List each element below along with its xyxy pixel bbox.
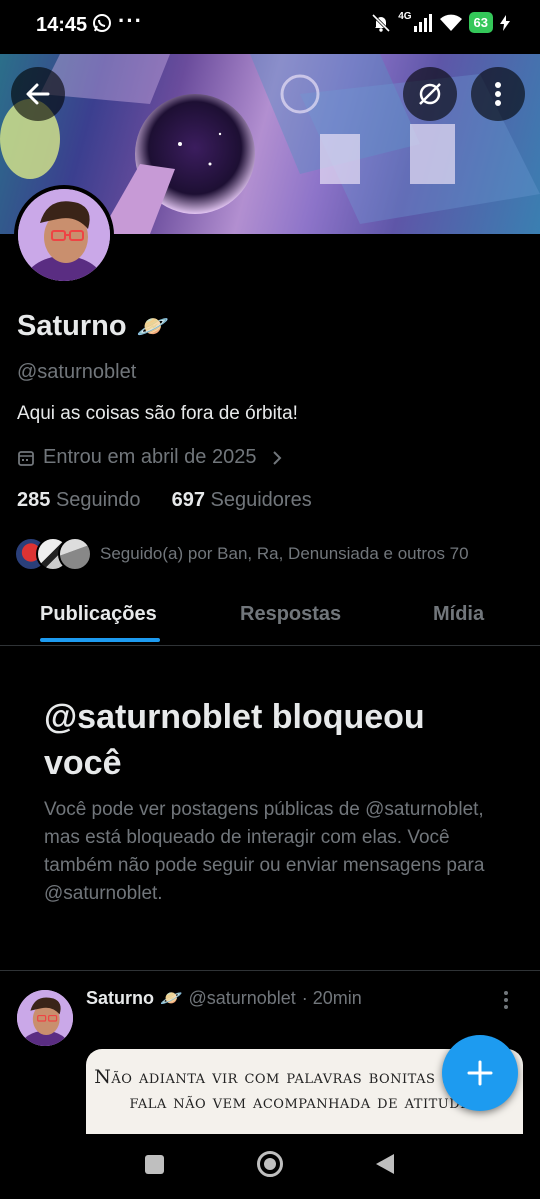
following-count: 285 (17, 489, 51, 511)
profile-tabs: Publicações Respostas Mídia (0, 585, 540, 646)
post-header: Saturno 🪐 @saturnoblet · 20min (86, 988, 362, 1009)
status-bar: 14:45 ··· 4G 63 (0, 0, 540, 54)
joined-date: Entrou em abril de 2025 (43, 446, 257, 468)
post-author-emoji: 🪐 (160, 988, 183, 1008)
post-time: · 20min (301, 988, 362, 1008)
active-tab-indicator (40, 638, 160, 642)
more-vertical-icon (504, 991, 508, 1009)
followers-link[interactable]: 697 Seguidores (172, 489, 312, 511)
signal-icon (413, 13, 432, 32)
back-nav-button[interactable] (374, 1152, 396, 1176)
divider (0, 970, 540, 971)
profile-avatar[interactable] (14, 185, 114, 285)
chevron-right-icon (273, 450, 282, 465)
wifi-icon (439, 14, 462, 31)
battery-indicator: 63 (468, 12, 493, 33)
post-author-handle[interactable]: @saturnoblet (188, 988, 295, 1009)
charging-icon (500, 14, 510, 31)
followers-label: Seguidores (210, 489, 312, 511)
profile-bio: Aqui as coisas são fora de órbita! (17, 403, 298, 424)
avatar-artwork (18, 189, 110, 281)
followed-by-row[interactable]: Seguido(a) por Ban, Ra, Denunsiada e out… (14, 537, 469, 571)
tab-midia[interactable]: Mídia (433, 603, 484, 626)
profile-handle: @saturnoblet (17, 361, 137, 383)
whatsapp-icon (93, 14, 111, 32)
grok-icon (419, 83, 441, 105)
post-author-avatar[interactable] (17, 990, 73, 1046)
tab-publicacoes[interactable]: Publicações (40, 603, 157, 626)
following-link[interactable]: 285 Seguindo (17, 489, 140, 511)
home-button[interactable] (257, 1151, 283, 1177)
joined-date-row[interactable]: Entrou em abril de 2025 (17, 446, 284, 469)
recents-button[interactable] (145, 1155, 164, 1174)
home-dot (264, 1158, 276, 1170)
followed-by-text: Seguido(a) por Ban, Ra, Denunsiada e out… (100, 544, 469, 563)
post-more-button[interactable] (503, 990, 509, 1016)
follower-avatar-3 (58, 537, 92, 571)
followers-count: 697 (171, 489, 205, 511)
follow-stats: 285 Seguindo 697 Seguidores (17, 489, 312, 512)
more-vertical-icon (495, 82, 501, 106)
tab-respostas[interactable]: Respostas (240, 603, 341, 626)
network-type: 4G (398, 11, 412, 22)
post-author-name[interactable]: Saturno (86, 988, 154, 1009)
following-label: Seguindo (55, 489, 141, 511)
blocked-title: @saturnoblet bloqueou você (44, 698, 425, 782)
mute-bell-icon (372, 13, 391, 32)
planet-emoji: 🪐 (136, 311, 169, 341)
post-avatar-artwork (17, 990, 73, 1046)
status-icons: 4G 63 (371, 11, 510, 33)
system-nav-bar (0, 1134, 540, 1199)
profile-name: Saturno (17, 310, 127, 342)
calendar-icon (18, 450, 34, 466)
plus-icon (467, 1060, 493, 1086)
compose-button[interactable] (442, 1035, 518, 1111)
arrow-left-icon (26, 83, 50, 105)
back-button[interactable] (11, 67, 65, 121)
status-time: 14:45 (36, 14, 88, 36)
grok-button[interactable] (403, 67, 457, 121)
more-options-button[interactable] (471, 67, 525, 121)
blocked-description: Você pode ver postagens públicas de @sat… (44, 799, 485, 904)
profile-name-row: Saturno 🪐 (17, 310, 169, 343)
notification-dots: ··· (118, 8, 143, 33)
